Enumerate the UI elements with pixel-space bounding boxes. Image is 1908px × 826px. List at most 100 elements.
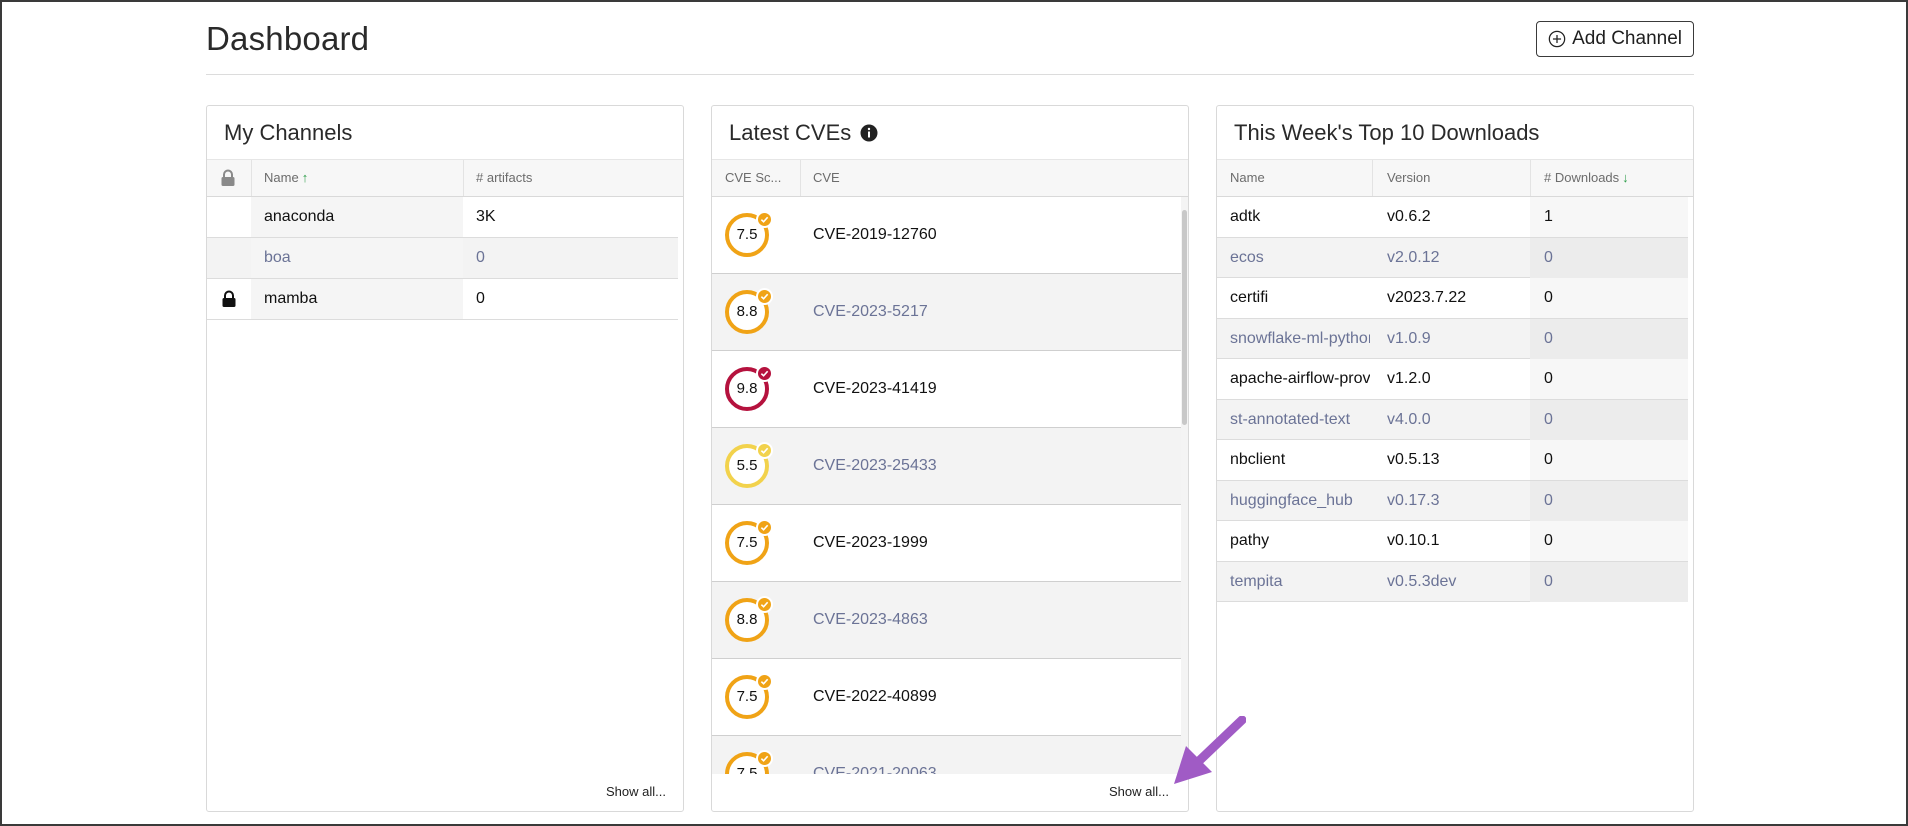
cve-score-indicator: 7.5 xyxy=(725,519,773,565)
lock-icon xyxy=(221,169,235,186)
package-name-link[interactable]: huggingface_hub xyxy=(1230,481,1370,521)
download-row[interactable]: certifi v2023.7.22 0 xyxy=(1217,278,1688,319)
cve-row[interactable]: 7.5 CVE-2021-20063 xyxy=(712,736,1183,774)
downloads-table-header: Name Version # Downloads ↓ xyxy=(1217,159,1693,197)
info-icon[interactable] xyxy=(860,124,878,142)
sort-descending-icon: ↓ xyxy=(1622,170,1629,185)
cve-id-link[interactable]: CVE-2022-40899 xyxy=(813,659,937,735)
package-name-column-header[interactable]: Name xyxy=(1230,160,1265,196)
column-divider xyxy=(1530,160,1531,196)
lock-cell xyxy=(207,279,251,319)
check-badge-icon xyxy=(756,442,773,459)
download-row[interactable]: ecos v2.0.12 0 xyxy=(1217,237,1688,278)
cve-row[interactable]: 7.5 CVE-2023-1999 xyxy=(712,505,1183,582)
cve-score-indicator: 8.8 xyxy=(725,596,773,642)
package-name-link[interactable]: tempita xyxy=(1230,562,1370,602)
download-row[interactable]: huggingface_hub v0.17.3 0 xyxy=(1217,480,1688,521)
lock-column-header[interactable] xyxy=(220,160,236,196)
cve-id-link[interactable]: CVE-2019-12760 xyxy=(813,197,937,273)
channels-show-all-link[interactable]: Show all... xyxy=(606,784,666,799)
cve-id-link[interactable]: CVE-2023-41419 xyxy=(813,351,937,427)
latest-cves-title: Latest CVEs xyxy=(729,120,878,146)
cve-list[interactable]: 7.5 CVE-2019-12760 8.8 CVE-2023-5217 9.8 CVE-… xyxy=(712,197,1183,774)
cve-row[interactable]: 8.8 CVE-2023-4863 xyxy=(712,582,1183,659)
package-name-link[interactable]: nbclient xyxy=(1230,440,1370,480)
channel-name-link[interactable]: mamba xyxy=(264,279,454,319)
package-downloads-count: 1 xyxy=(1544,208,1553,225)
download-row[interactable]: adtk v0.6.2 1 xyxy=(1217,197,1688,238)
package-name-link[interactable]: apache-airflow-providers xyxy=(1230,359,1370,399)
package-name-link[interactable]: ecos xyxy=(1230,238,1370,278)
package-downloads-count: 0 xyxy=(1544,572,1553,590)
cve-id-link[interactable]: CVE-2023-1999 xyxy=(813,505,928,581)
package-downloads-count: 0 xyxy=(1544,532,1553,549)
artifacts-column-header[interactable]: # artifacts xyxy=(476,160,532,196)
package-version: v1.0.9 xyxy=(1387,329,1431,347)
cve-row[interactable]: 9.8 CVE-2023-41419 xyxy=(712,351,1183,428)
download-row[interactable]: nbclient v0.5.13 0 xyxy=(1217,440,1688,481)
package-name-link[interactable]: snowflake-ml-python xyxy=(1230,319,1370,359)
cve-score-column-header[interactable]: CVE Sc... xyxy=(725,160,791,196)
add-channel-button[interactable]: Add Channel xyxy=(1536,21,1694,57)
annotation-arrow xyxy=(1174,716,1246,784)
channel-name-link[interactable]: boa xyxy=(264,238,454,278)
package-name-link[interactable]: certifi xyxy=(1230,278,1370,318)
channel-row[interactable]: mamba 0 xyxy=(207,279,678,320)
cve-id-link[interactable]: CVE-2023-25433 xyxy=(813,428,937,504)
name-column-header[interactable]: Name ↑ xyxy=(264,160,308,196)
download-row[interactable]: snowflake-ml-python v1.0.9 0 xyxy=(1217,318,1688,359)
package-version: v0.6.2 xyxy=(1387,208,1431,225)
cves-show-all-link[interactable]: Show all... xyxy=(1109,784,1169,799)
package-name-link[interactable]: pathy xyxy=(1230,521,1370,561)
package-downloads-count: 0 xyxy=(1544,370,1553,387)
cve-id-link[interactable]: CVE-2023-4863 xyxy=(813,582,928,658)
version-column-header[interactable]: Version xyxy=(1387,160,1430,196)
cve-score-indicator: 7.5 xyxy=(725,211,773,257)
package-version: v0.5.3dev xyxy=(1387,572,1457,590)
lock-cell xyxy=(207,238,251,278)
channel-artifacts-count: 0 xyxy=(476,290,485,307)
package-name-link[interactable]: st-annotated-text xyxy=(1230,400,1370,440)
cve-score-indicator: 7.5 xyxy=(725,673,773,719)
cve-column-header[interactable]: CVE xyxy=(813,160,840,196)
channel-artifacts-count: 3K xyxy=(476,208,496,225)
cve-row[interactable]: 7.5 CVE-2022-40899 xyxy=(712,659,1183,736)
my-channels-title: My Channels xyxy=(224,120,353,145)
top-downloads-card: This Week's Top 10 Downloads Name Versio… xyxy=(1216,105,1694,812)
column-divider xyxy=(800,160,801,196)
package-downloads-count: 0 xyxy=(1544,329,1553,347)
cve-score-indicator: 8.8 xyxy=(725,288,773,334)
add-channel-label: Add Channel xyxy=(1572,28,1682,49)
page-title: Dashboard xyxy=(206,20,370,57)
cve-row[interactable]: 8.8 CVE-2023-5217 xyxy=(712,274,1183,351)
downloads-column-header[interactable]: # Downloads ↓ xyxy=(1544,160,1629,196)
download-row[interactable]: tempita v0.5.3dev 0 xyxy=(1217,561,1688,602)
cve-id-link[interactable]: CVE-2021-20063 xyxy=(813,736,937,774)
package-version: v0.10.1 xyxy=(1387,532,1440,549)
check-badge-icon xyxy=(756,211,773,228)
cve-id-link[interactable]: CVE-2023-5217 xyxy=(813,274,928,350)
latest-cves-title-text: Latest CVEs xyxy=(729,120,852,145)
package-downloads-count: 0 xyxy=(1544,451,1553,468)
check-badge-icon xyxy=(756,596,773,613)
package-version: v2.0.12 xyxy=(1387,248,1440,266)
check-badge-icon xyxy=(756,750,773,767)
cve-row[interactable]: 5.5 CVE-2023-25433 xyxy=(712,428,1183,505)
channel-name-link[interactable]: anaconda xyxy=(264,197,454,237)
lock-cell xyxy=(207,197,251,237)
cve-score-indicator: 7.5 xyxy=(725,750,773,774)
top-downloads-title: This Week's Top 10 Downloads xyxy=(1234,120,1540,145)
package-version: v1.2.0 xyxy=(1387,370,1431,387)
download-row[interactable]: st-annotated-text v4.0.0 0 xyxy=(1217,399,1688,440)
download-row[interactable]: apache-airflow-providers v1.2.0 0 xyxy=(1217,359,1688,400)
check-badge-icon xyxy=(756,673,773,690)
check-badge-icon xyxy=(756,365,773,382)
download-row[interactable]: pathy v0.10.1 0 xyxy=(1217,521,1688,562)
cve-scrollbar-thumb[interactable] xyxy=(1182,210,1187,425)
package-version: v0.17.3 xyxy=(1387,491,1440,509)
channel-row[interactable]: anaconda 3K xyxy=(207,197,678,238)
package-name-link[interactable]: adtk xyxy=(1230,197,1370,237)
cve-row[interactable]: 7.5 CVE-2019-12760 xyxy=(712,197,1183,274)
channel-row[interactable]: boa 0 xyxy=(207,238,678,279)
package-downloads-count: 0 xyxy=(1544,491,1553,509)
